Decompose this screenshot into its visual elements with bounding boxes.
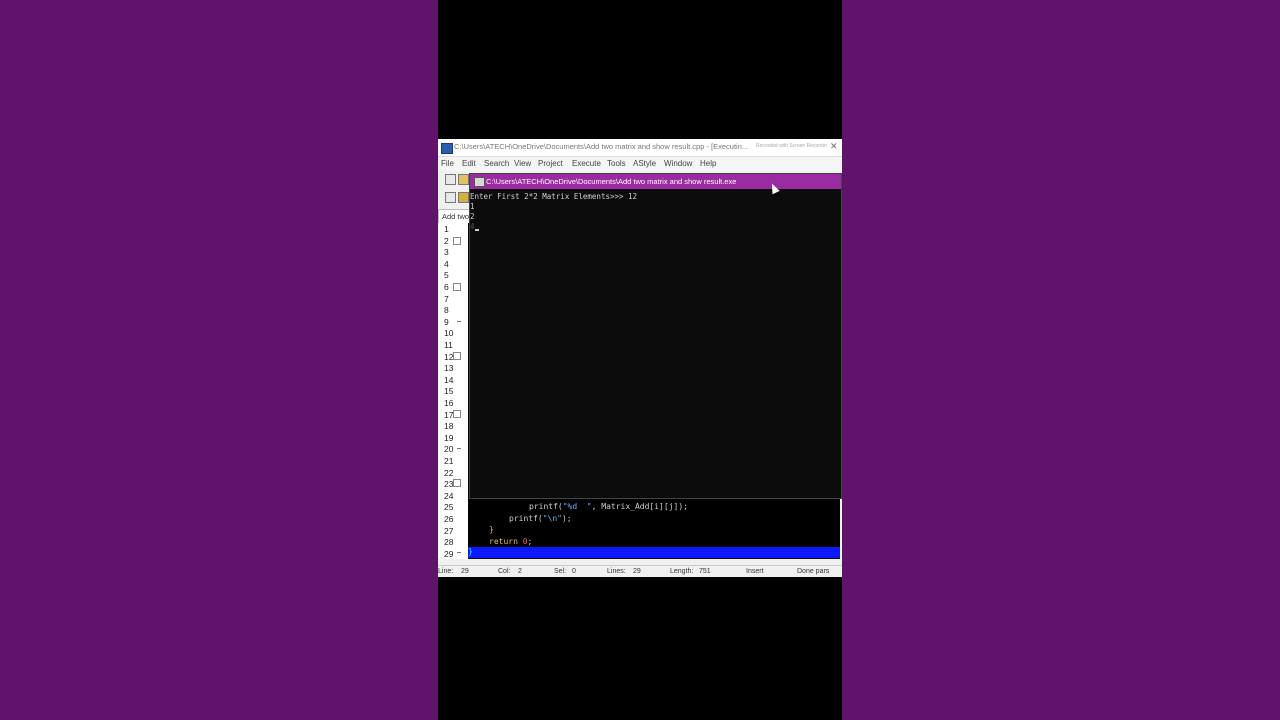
- console-title-bar[interactable]: C:\Users\ATECH\OneDrive\Documents\Add tw…: [470, 174, 841, 189]
- ide-title-bar[interactable]: C:\Users\ATECH\OneDrive\Documents\Add tw…: [438, 139, 842, 157]
- console-line: 2: [470, 212, 475, 221]
- status-col-label: Col:: [498, 568, 511, 575]
- line-number: 27: [444, 525, 454, 536]
- fold-toggle-icon[interactable]: [453, 410, 461, 418]
- line-number: 18: [444, 421, 454, 432]
- menu-bar: File Edit Search View Project Execute To…: [438, 157, 842, 171]
- code-line-29: }: [468, 547, 473, 556]
- menu-search[interactable]: Search: [484, 159, 509, 168]
- line-number: 15: [444, 386, 454, 397]
- line-number: 9: [444, 316, 449, 327]
- line-number: 28: [444, 537, 454, 548]
- line-number: 16: [444, 398, 454, 408]
- line-number: 29: [444, 548, 454, 559]
- line-number: 2: [444, 235, 449, 246]
- menu-tools[interactable]: Tools: [607, 159, 626, 168]
- close-icon[interactable]: ✕: [830, 141, 838, 152]
- editor-tab-file[interactable]: Add two: [438, 209, 470, 223]
- line-number: 1: [444, 224, 449, 234]
- line-number: 6: [444, 282, 449, 292]
- status-bar: Line: 29 Col: 2 Sel: 0 Lines: 29 Length:…: [438, 565, 842, 577]
- compile-icon[interactable]: [445, 192, 456, 203]
- ide-title-text: C:\Users\ATECH\OneDrive\Documents\Add tw…: [454, 142, 749, 151]
- status-col-value: 2: [518, 568, 522, 575]
- line-number: 19: [444, 432, 454, 443]
- line-number: 7: [444, 293, 449, 304]
- menu-execute[interactable]: Execute: [572, 159, 601, 168]
- menu-astyle[interactable]: AStyle: [633, 159, 656, 168]
- console-output[interactable]: Enter First 2*2 Matrix Elements>>> 12 1 …: [470, 189, 841, 499]
- new-file-icon[interactable]: [445, 174, 456, 185]
- status-sel-label: Sel:: [554, 568, 567, 575]
- menu-view[interactable]: View: [514, 159, 531, 168]
- status-line-value: 29: [461, 568, 469, 575]
- line-number-gutter: 1 2 3 4 5 6 7 8 9 10 11 12 13 14 15 16 1…: [438, 223, 468, 559]
- status-length-value: 751: [699, 568, 711, 575]
- console-line: 1: [470, 202, 475, 211]
- menu-window[interactable]: Window: [664, 159, 692, 168]
- code-line-28: return 0;: [489, 537, 533, 546]
- text-cursor: [475, 229, 479, 231]
- fold-marker-icon: [457, 448, 461, 449]
- menu-help[interactable]: Help: [700, 159, 716, 168]
- console-line: Enter First 2*2 Matrix Elements>>> 12: [470, 192, 638, 201]
- fold-toggle-icon[interactable]: [453, 479, 461, 487]
- line-number: 4: [444, 258, 449, 269]
- line-number: 25: [444, 502, 454, 513]
- devcpp-app-icon: [441, 143, 453, 154]
- line-number: 14: [444, 374, 454, 385]
- console-line: 4: [470, 222, 475, 231]
- menu-edit[interactable]: Edit: [462, 159, 476, 168]
- line-number: 24: [444, 490, 454, 501]
- console-window[interactable]: C:\Users\ATECH\OneDrive\Documents\Add tw…: [469, 173, 842, 499]
- current-line-highlight: }: [468, 547, 840, 558]
- code-line-25: printf("%d ", Matrix_Add[i][j]);: [529, 502, 688, 511]
- recorder-watermark: Recorded with Screen Recorder: [756, 143, 828, 149]
- line-number: 5: [444, 270, 449, 281]
- fold-toggle-icon[interactable]: [453, 237, 461, 245]
- menu-project[interactable]: Project: [538, 159, 563, 168]
- line-number: 21: [444, 456, 454, 466]
- code-line-26: printf("\n");: [509, 514, 572, 523]
- background-left: [0, 0, 438, 720]
- line-number: 8: [444, 305, 449, 316]
- status-length-label: Length:: [670, 568, 694, 575]
- open-file-icon[interactable]: [458, 174, 469, 185]
- line-number: 26: [444, 514, 454, 524]
- console-app-icon: [474, 177, 485, 187]
- code-line-27: }: [489, 525, 494, 534]
- status-sel-value: 0: [572, 568, 576, 575]
- background-right: [842, 0, 1280, 720]
- fold-marker-icon: [457, 552, 461, 553]
- line-number: 11: [444, 340, 453, 350]
- status-mode: Insert: [746, 568, 764, 575]
- status-lines-label: Lines:: [607, 568, 626, 575]
- line-number: 13: [444, 363, 454, 374]
- status-parse: Done pars: [797, 568, 830, 575]
- line-number: 22: [444, 467, 454, 478]
- line-number: 3: [444, 247, 449, 258]
- run-icon[interactable]: [458, 192, 469, 203]
- status-line-label: Line:: [438, 568, 454, 575]
- fold-marker-icon: [457, 321, 461, 322]
- line-number: 20: [444, 444, 454, 455]
- fold-toggle-icon[interactable]: [453, 352, 461, 360]
- menu-file[interactable]: File: [441, 159, 454, 168]
- line-number: 10: [444, 328, 454, 339]
- status-lines-value: 29: [633, 568, 641, 575]
- console-title-text: C:\Users\ATECH\OneDrive\Documents\Add tw…: [486, 177, 737, 186]
- fold-toggle-icon[interactable]: [453, 283, 461, 291]
